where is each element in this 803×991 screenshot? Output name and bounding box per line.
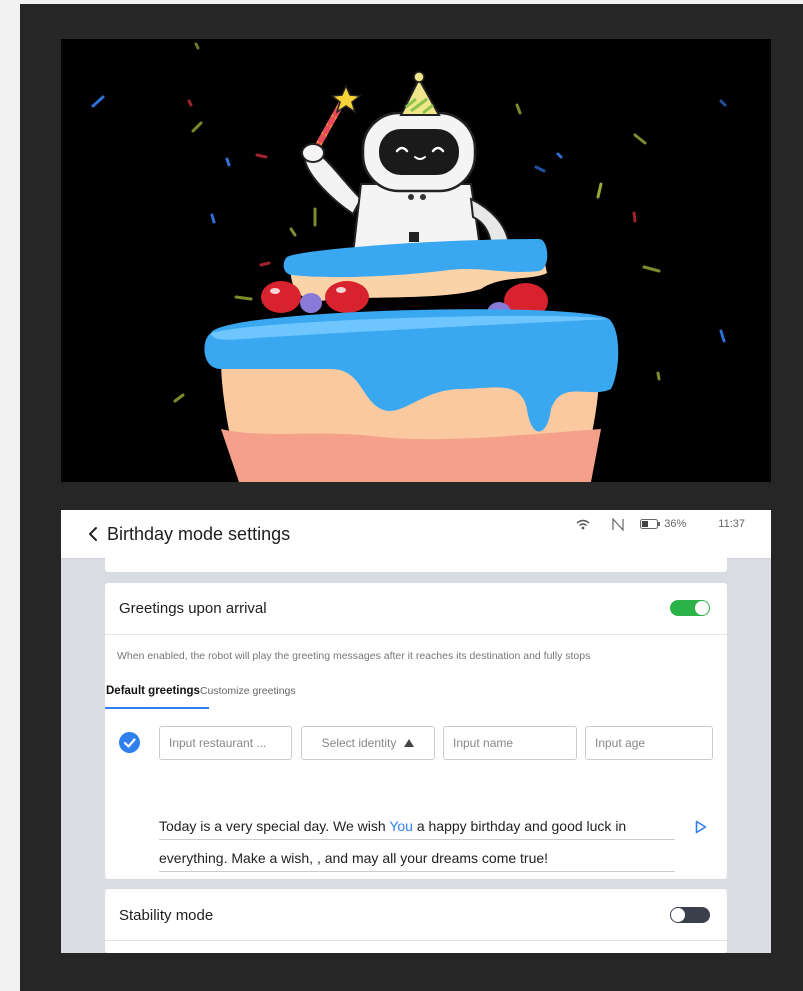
status-bar: 36% 11:37 xyxy=(576,516,745,532)
identity-select-label: Select identity xyxy=(321,736,397,750)
name-input[interactable]: Input name xyxy=(443,726,577,760)
stability-card: Stability mode xyxy=(105,889,727,953)
play-icon[interactable] xyxy=(695,820,707,834)
birthday-illustration xyxy=(61,39,771,482)
settings-screen: Birthday mode settings 36% 11:37 Greetin… xyxy=(61,510,771,953)
toggle-knob xyxy=(671,908,685,922)
name-placeholder: Input name xyxy=(453,736,514,750)
greetings-toggle[interactable] xyxy=(670,600,710,616)
divider xyxy=(105,634,727,635)
toggle-knob xyxy=(695,601,709,615)
age-input[interactable]: Input age xyxy=(585,726,713,760)
divider xyxy=(105,940,727,941)
stability-toggle[interactable] xyxy=(670,907,710,923)
greeting-select-checkbox[interactable] xyxy=(119,732,140,753)
tab-default-greetings[interactable]: Default greetings xyxy=(106,685,200,697)
identity-select[interactable]: Select identity xyxy=(301,726,435,760)
greetings-title: Greetings upon arrival xyxy=(119,600,267,617)
checkmark-icon xyxy=(123,738,136,748)
restaurant-input[interactable]: Input restaurant ... xyxy=(159,726,292,760)
back-arrow-icon[interactable] xyxy=(85,524,103,544)
tab-customize-greetings[interactable]: Customize greetings xyxy=(200,685,296,697)
age-placeholder: Input age xyxy=(595,736,646,750)
message-underline xyxy=(159,839,675,840)
greeting-message-line-2: everything. Make a wish, , and may all y… xyxy=(159,850,549,866)
clock: 11:37 xyxy=(718,518,745,530)
greetings-card: Greetings upon arrival When enabled, the… xyxy=(105,583,727,879)
page-title: Birthday mode settings xyxy=(107,524,291,544)
nfc-icon xyxy=(612,517,624,531)
previous-setting-card xyxy=(105,558,727,572)
robot-cake-image xyxy=(91,42,727,482)
greeting-message-line-1: Today is a very special day. We wish You… xyxy=(159,818,626,834)
message-text: Today is a very special day. We wish xyxy=(159,818,390,834)
battery-percent: 36% xyxy=(664,518,687,530)
message-identity-token: You xyxy=(389,818,413,834)
top-bar: Birthday mode settings 36% 11:37 xyxy=(61,510,771,559)
message-underline xyxy=(159,871,675,872)
message-text: a happy birthday and good luck in xyxy=(412,818,627,834)
greeting-tabs: Default greetingsCustomize greetings xyxy=(106,685,296,697)
restaurant-placeholder: Input restaurant ... xyxy=(169,736,267,750)
wifi-icon xyxy=(576,519,590,530)
caret-up-icon xyxy=(404,739,415,747)
greetings-description: When enabled, the robot will play the gr… xyxy=(117,650,591,662)
active-tab-indicator xyxy=(105,707,209,709)
battery-icon xyxy=(640,519,661,529)
stability-title: Stability mode xyxy=(119,907,214,924)
